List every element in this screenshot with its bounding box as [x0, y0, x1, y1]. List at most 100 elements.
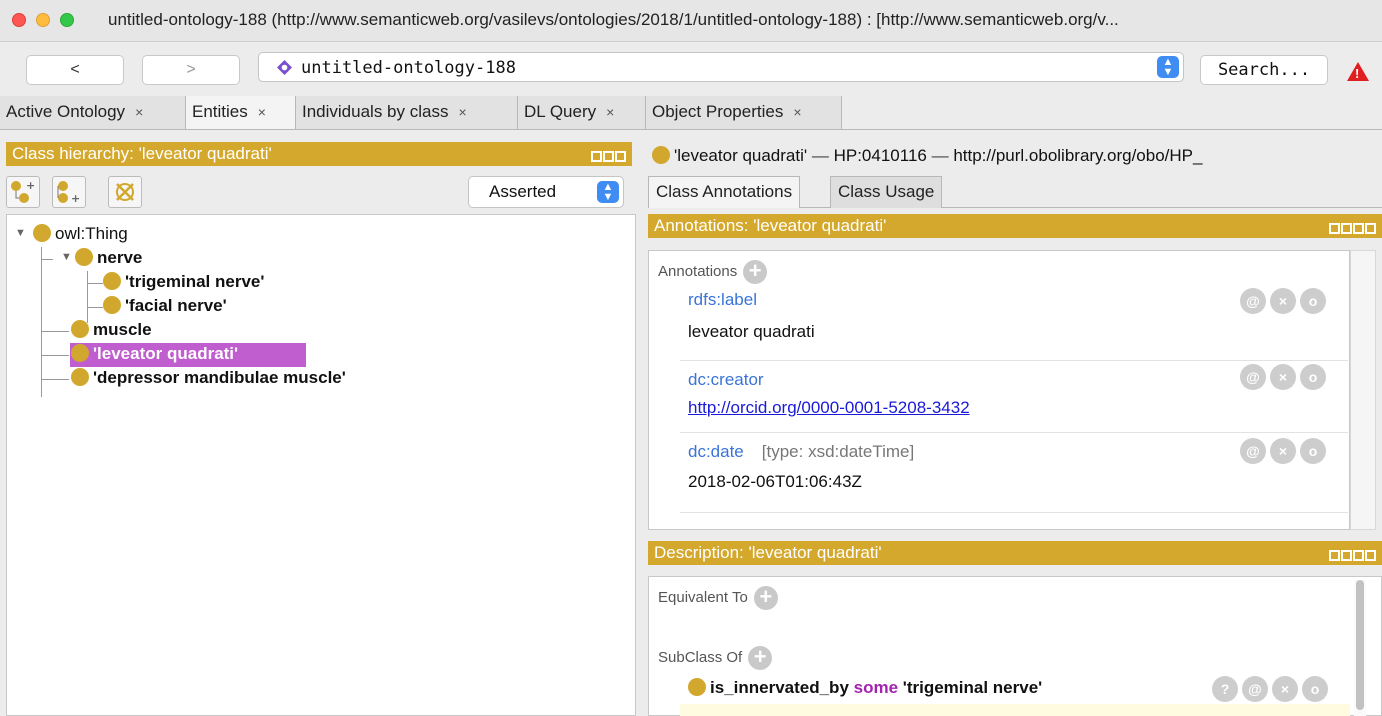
zoom-window-button[interactable]: [60, 13, 74, 27]
delete-class-icon: [116, 183, 134, 201]
minimize-window-button[interactable]: [36, 13, 50, 27]
row-divider: [680, 360, 1348, 361]
description-scrollbar[interactable]: [1354, 580, 1366, 716]
hierarchy-mode-value: Asserted: [489, 182, 557, 201]
entity-iri: http://purl.obolibrary.org/obo/HP_: [953, 146, 1203, 165]
subclass-expression[interactable]: is_innervated_by some 'trigeminal nerve': [688, 678, 1042, 698]
annotation-value-link[interactable]: http://orcid.org/0000-0001-5208-3432: [688, 398, 970, 418]
hierarchy-toolbar: + + Asserted ▲ ▼: [6, 172, 632, 214]
entity-id: HP:0410116: [833, 146, 927, 165]
annotate-icon[interactable]: @: [1242, 676, 1268, 702]
annotations-scrollbar[interactable]: [1350, 250, 1376, 530]
add-superclass-button[interactable]: +: [748, 646, 773, 670]
explain-icon[interactable]: ?: [1212, 676, 1238, 702]
annotate-icon[interactable]: @: [1240, 438, 1266, 464]
delete-class-button[interactable]: [108, 176, 142, 208]
annotation-property-rdfs-label[interactable]: rdfs:label: [688, 290, 757, 310]
warning-icon[interactable]: !: [1347, 62, 1369, 81]
close-icon[interactable]: ×: [258, 104, 266, 120]
edit-icon[interactable]: o: [1302, 676, 1328, 702]
tree-node-leveator-quadrati[interactable]: 'leveator quadrati': [71, 343, 238, 367]
close-window-button[interactable]: [12, 13, 26, 27]
tree-node-trigeminal-nerve[interactable]: 'trigeminal nerve': [103, 271, 264, 295]
panel-controls[interactable]: [1328, 547, 1376, 565]
edit-icon[interactable]: o: [1300, 288, 1326, 314]
edit-icon[interactable]: o: [1300, 438, 1326, 464]
tree-connector: [87, 307, 103, 308]
delete-icon[interactable]: ×: [1270, 288, 1296, 314]
annotation-actions: @ × o: [1236, 288, 1326, 314]
panel-controls[interactable]: [1328, 220, 1376, 238]
annotate-icon[interactable]: @: [1240, 364, 1266, 390]
ontology-selector[interactable]: untitled-ontology-188 ▲ ▼: [258, 52, 1184, 82]
delete-icon[interactable]: ×: [1270, 364, 1296, 390]
annotation-value: leveator quadrati: [688, 322, 815, 341]
panel-title: Annotations: 'leveator quadrati': [654, 216, 887, 235]
back-button[interactable]: <: [26, 55, 124, 85]
tree-connector: [87, 271, 88, 323]
tree-node-nerve[interactable]: nerve: [75, 247, 142, 271]
tab-object-properties[interactable]: Object Properties ×: [646, 96, 842, 129]
annotation-property-dc-creator[interactable]: dc:creator: [688, 370, 764, 390]
tab-active-ontology[interactable]: Active Ontology ×: [0, 96, 186, 129]
tree-connector: [41, 331, 69, 332]
tab-individuals-by-class[interactable]: Individuals by class ×: [296, 96, 518, 129]
warning-glyph: !: [1355, 66, 1360, 81]
class-icon: [71, 344, 89, 362]
expand-triangle-icon[interactable]: ▼: [61, 251, 72, 263]
add-sibling-button[interactable]: +: [52, 176, 86, 208]
scroll-thumb[interactable]: [1356, 580, 1364, 710]
node-label: 'trigeminal nerve': [125, 272, 265, 291]
add-subclass-button[interactable]: +: [6, 176, 40, 208]
tab-class-annotations[interactable]: Class Annotations: [648, 176, 801, 208]
tree-connector: [87, 283, 103, 284]
property-name: is_innervated_by: [710, 678, 849, 697]
svg-text:+: +: [26, 179, 35, 192]
add-annotation-button[interactable]: +: [743, 260, 768, 284]
chevron-updown-icon: ▲ ▼: [597, 181, 619, 203]
tree-node-owl-thing[interactable]: owl:Thing: [33, 223, 128, 247]
hierarchy-mode-select[interactable]: Asserted ▲ ▼: [468, 176, 624, 208]
subclass-of-section: SubClass Of +: [658, 646, 773, 670]
expand-triangle-icon[interactable]: ▼: [15, 227, 26, 239]
annotate-icon[interactable]: @: [1240, 288, 1266, 314]
section-label: Annotations: [658, 262, 738, 280]
add-equivalent-button[interactable]: +: [753, 586, 778, 610]
search-button[interactable]: Search...: [1200, 55, 1328, 85]
tab-label: Entities: [192, 102, 248, 121]
description-header: Description: 'leveator quadrati': [648, 541, 1382, 565]
forward-button[interactable]: >: [142, 55, 240, 85]
tab-entities[interactable]: Entities ×: [186, 96, 296, 129]
close-icon[interactable]: ×: [135, 104, 143, 120]
row-divider: [680, 512, 1348, 513]
add-subclass-icon: +: [11, 179, 35, 203]
class-hierarchy-panel: Class hierarchy: 'leveator quadrati' + +: [6, 142, 636, 716]
tree-connector: [41, 355, 69, 356]
tab-label: DL Query: [524, 102, 597, 121]
panel-controls[interactable]: [590, 148, 626, 166]
delete-icon[interactable]: ×: [1272, 676, 1298, 702]
tree-node-muscle[interactable]: muscle: [71, 319, 152, 343]
close-icon[interactable]: ×: [458, 104, 466, 120]
tab-class-usage[interactable]: Class Usage: [830, 176, 943, 208]
entity-name: 'leveator quadrati': [674, 146, 808, 165]
class-icon: [103, 296, 121, 314]
tab-label: Object Properties: [652, 102, 784, 121]
node-label: nerve: [97, 248, 143, 267]
panel-title: Class hierarchy: 'leveator quadrati': [12, 144, 272, 163]
workspace-tabs: Active Ontology × Entities × Individuals b…: [0, 96, 1382, 130]
delete-icon[interactable]: ×: [1270, 438, 1296, 464]
tab-dl-query[interactable]: DL Query ×: [518, 96, 646, 129]
section-label: SubClass Of: [658, 648, 743, 666]
annotation-property-dc-date[interactable]: dc:date [type: xsd:dateTime]: [688, 442, 914, 462]
ontology-name: untitled-ontology-188: [301, 58, 516, 78]
edit-icon[interactable]: o: [1300, 364, 1326, 390]
svg-text:+: +: [71, 192, 80, 205]
tree-node-depressor-mandibulae-muscle[interactable]: 'depressor mandibulae muscle': [71, 367, 346, 391]
tab-label: Active Ontology: [6, 102, 126, 121]
close-icon[interactable]: ×: [793, 104, 801, 120]
class-icon: [652, 146, 670, 164]
tree-node-facial-nerve[interactable]: 'facial nerve': [103, 295, 227, 319]
close-icon[interactable]: ×: [606, 104, 614, 120]
tree-connector: [41, 247, 42, 397]
